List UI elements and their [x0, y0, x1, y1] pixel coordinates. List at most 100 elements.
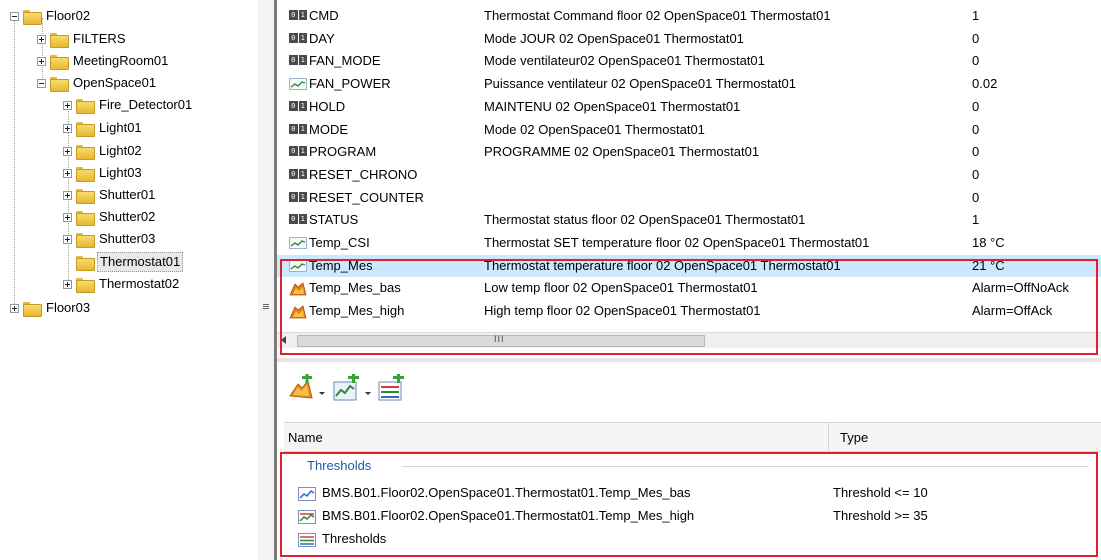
tree-item-floor02[interactable]: Floor02	[10, 5, 92, 27]
panel-splitter[interactable]	[258, 0, 274, 560]
tree-item-light01[interactable]: Light01	[63, 117, 144, 139]
variable-value: 0	[972, 121, 980, 137]
variable-row-fan-mode[interactable]: 0 1 FAN_MODE Mode ventilateur02 OpenSpace01…	[277, 50, 1101, 72]
expand-icon[interactable]	[63, 123, 72, 133]
threshold-row[interactable]: Thresholds	[284, 528, 1099, 550]
tree-item-label: Light02	[99, 143, 142, 158]
expand-icon[interactable]	[63, 212, 72, 222]
variable-name: DAY	[309, 30, 335, 46]
variable-name: Temp_Mes_high	[309, 303, 405, 319]
tree-item-filters[interactable]: FILTERS	[37, 28, 128, 50]
variable-row-temp-mes-high[interactable]: Temp_Mes_high High temp floor 02 OpenSpac…	[277, 300, 1101, 322]
variable-row-status[interactable]: 0 1 STATUS Thermostat status floor 02 OpenS…	[277, 209, 1101, 231]
threshold-row[interactable]: BMS.B01.Floor02.OpenSpace01.Thermostat01…	[284, 482, 1099, 504]
expand-icon[interactable]	[63, 234, 72, 244]
column-header-type[interactable]: Type	[840, 430, 868, 445]
tree-item-thermostat02[interactable]: Thermostat02	[63, 273, 181, 295]
variable-row-temp-mes-bas[interactable]: Temp_Mes_bas Low temp floor 02 OpenSpace0…	[277, 277, 1101, 299]
tree-item-thermostat01[interactable]: Thermostat01	[63, 251, 184, 273]
tree-item-floor03[interactable]: Floor03	[10, 297, 92, 319]
variable-row-temp-mes[interactable]: Temp_Mes Thermostat temperature floor 02 …	[277, 254, 1101, 277]
variable-row-day[interactable]: 0 1 DAY Mode JOUR 02 OpenSpace01 Thermostat…	[277, 28, 1101, 50]
tree-item-meetingroom01[interactable]: MeetingRoom01	[37, 50, 170, 72]
tree-item-label: Floor02	[46, 8, 91, 23]
variable-value: 0	[972, 189, 980, 205]
analog-variable-icon	[289, 259, 307, 272]
column-header-name[interactable]: Name	[288, 430, 323, 445]
variable-name: PROGRAM	[309, 144, 377, 160]
expand-icon[interactable]	[37, 56, 46, 66]
folder-icon	[76, 166, 95, 182]
tree-item-fire-detector01[interactable]: Fire_Detector01	[63, 94, 194, 116]
tree-item-label: Floor03	[46, 300, 91, 315]
variable-description: Thermostat SET temperature floor 02 Open…	[484, 235, 870, 250]
digital-variable-icon: 01	[289, 100, 307, 111]
variable-description: Low temp floor 02 OpenSpace01 Thermostat…	[484, 280, 758, 296]
threshold-row[interactable]: BMS.B01.Floor02.OpenSpace01.Thermostat01…	[284, 505, 1099, 527]
column-separator[interactable]	[828, 423, 829, 452]
threshold-name: Thresholds	[322, 531, 387, 546]
dropdown-arrow-icon[interactable]	[319, 392, 325, 395]
thresholds-icon	[298, 533, 316, 547]
folder-icon	[76, 277, 95, 293]
scroll-left-icon[interactable]	[281, 336, 286, 344]
threshold-high-icon	[298, 510, 316, 524]
variable-row-reset-counter[interactable]: 0 1 RESET_COUNTER 0	[277, 187, 1101, 209]
variable-value: 21 °C	[972, 257, 1005, 273]
tree-item-label: Shutter03	[99, 231, 156, 246]
folder-icon	[76, 255, 95, 271]
add-thresholds-icon[interactable]	[377, 374, 407, 402]
variable-value: 0	[972, 30, 980, 46]
tree-item-label: Light01	[99, 120, 142, 135]
group-header-thresholds: Thresholds	[284, 458, 1099, 476]
tree-item-label: OpenSpace01	[73, 75, 157, 90]
variable-value: 18 °C	[972, 235, 1005, 250]
variable-row-hold[interactable]: 0 1 HOLD MAINTENU 02 OpenSpace01 Thermostat…	[277, 96, 1101, 118]
variable-row-fan-power[interactable]: FAN_POWER Puissance ventilateur 02 OpenSp…	[277, 73, 1101, 95]
tree-item-shutter01[interactable]: Shutter01	[63, 184, 157, 206]
project-tree: Floor02 FILTERS MeetingRoom01 OpenSpace0…	[0, 0, 258, 560]
expand-icon[interactable]	[37, 34, 46, 44]
horizontal-scrollbar[interactable]: III	[277, 332, 1101, 348]
expand-icon[interactable]	[63, 146, 72, 156]
variable-description: Thermostat status floor 02 OpenSpace01 T…	[484, 212, 806, 228]
threshold-type: Threshold >= 35	[833, 508, 928, 523]
tree-item-light02[interactable]: Light02	[63, 140, 144, 162]
digital-variable-icon: 01	[289, 168, 307, 179]
collapse-icon[interactable]	[10, 11, 19, 21]
tree-item-shutter02[interactable]: Shutter02	[63, 206, 157, 228]
variable-row-mode[interactable]: 0 1 MODE Mode 02 OpenSpace01 Thermostat01 0	[277, 119, 1101, 141]
folder-icon	[23, 9, 42, 25]
threshold-name: BMS.B01.Floor02.OpenSpace01.Thermostat01…	[322, 508, 695, 523]
folder-icon	[23, 301, 42, 317]
dropdown-arrow-icon[interactable]	[365, 392, 371, 395]
add-trend-icon[interactable]	[332, 374, 362, 402]
folder-icon	[50, 54, 69, 70]
folder-icon	[76, 188, 95, 204]
threshold-toolbar	[277, 362, 1101, 416]
tree-item-light03[interactable]: Light03	[63, 162, 144, 184]
variable-description: Thermostat Command floor 02 OpenSpace01 …	[484, 8, 831, 23]
variable-description: Puissance ventilateur 02 OpenSpace01 The…	[484, 76, 796, 92]
tree-item-openspace01[interactable]: OpenSpace01	[37, 72, 158, 94]
variable-row-program[interactable]: 0 1 PROGRAM PROGRAMME 02 OpenSpace01 Thermo…	[277, 141, 1101, 163]
tree-item-shutter03[interactable]: Shutter03	[63, 228, 157, 250]
scrollbar-thumb[interactable]: III	[297, 334, 705, 347]
variable-row-cmd[interactable]: 0 1 CMD Thermostat Command floor 02 OpenSpa…	[277, 5, 1101, 27]
variable-value: 0.02	[972, 76, 998, 92]
group-divider	[402, 466, 1089, 467]
tree-item-label: Shutter01	[99, 187, 156, 202]
expand-icon[interactable]	[63, 100, 72, 110]
variable-row-temp-csi[interactable]: Temp_CSI Thermostat SET temperature floor…	[277, 232, 1101, 254]
expand-icon[interactable]	[63, 190, 72, 200]
add-alarm-icon[interactable]	[288, 374, 316, 402]
folder-icon	[50, 32, 69, 48]
expand-icon[interactable]	[63, 168, 72, 178]
collapse-icon[interactable]	[37, 78, 46, 88]
folder-icon	[50, 76, 69, 92]
expand-icon[interactable]	[10, 303, 19, 313]
variable-name: CMD	[309, 8, 339, 23]
expand-icon[interactable]	[63, 279, 72, 289]
variable-row-reset-chrono[interactable]: 0 1 RESET_CHRONO 0	[277, 164, 1101, 186]
variable-description: Mode ventilateur02 OpenSpace01 Thermosta…	[484, 53, 765, 69]
